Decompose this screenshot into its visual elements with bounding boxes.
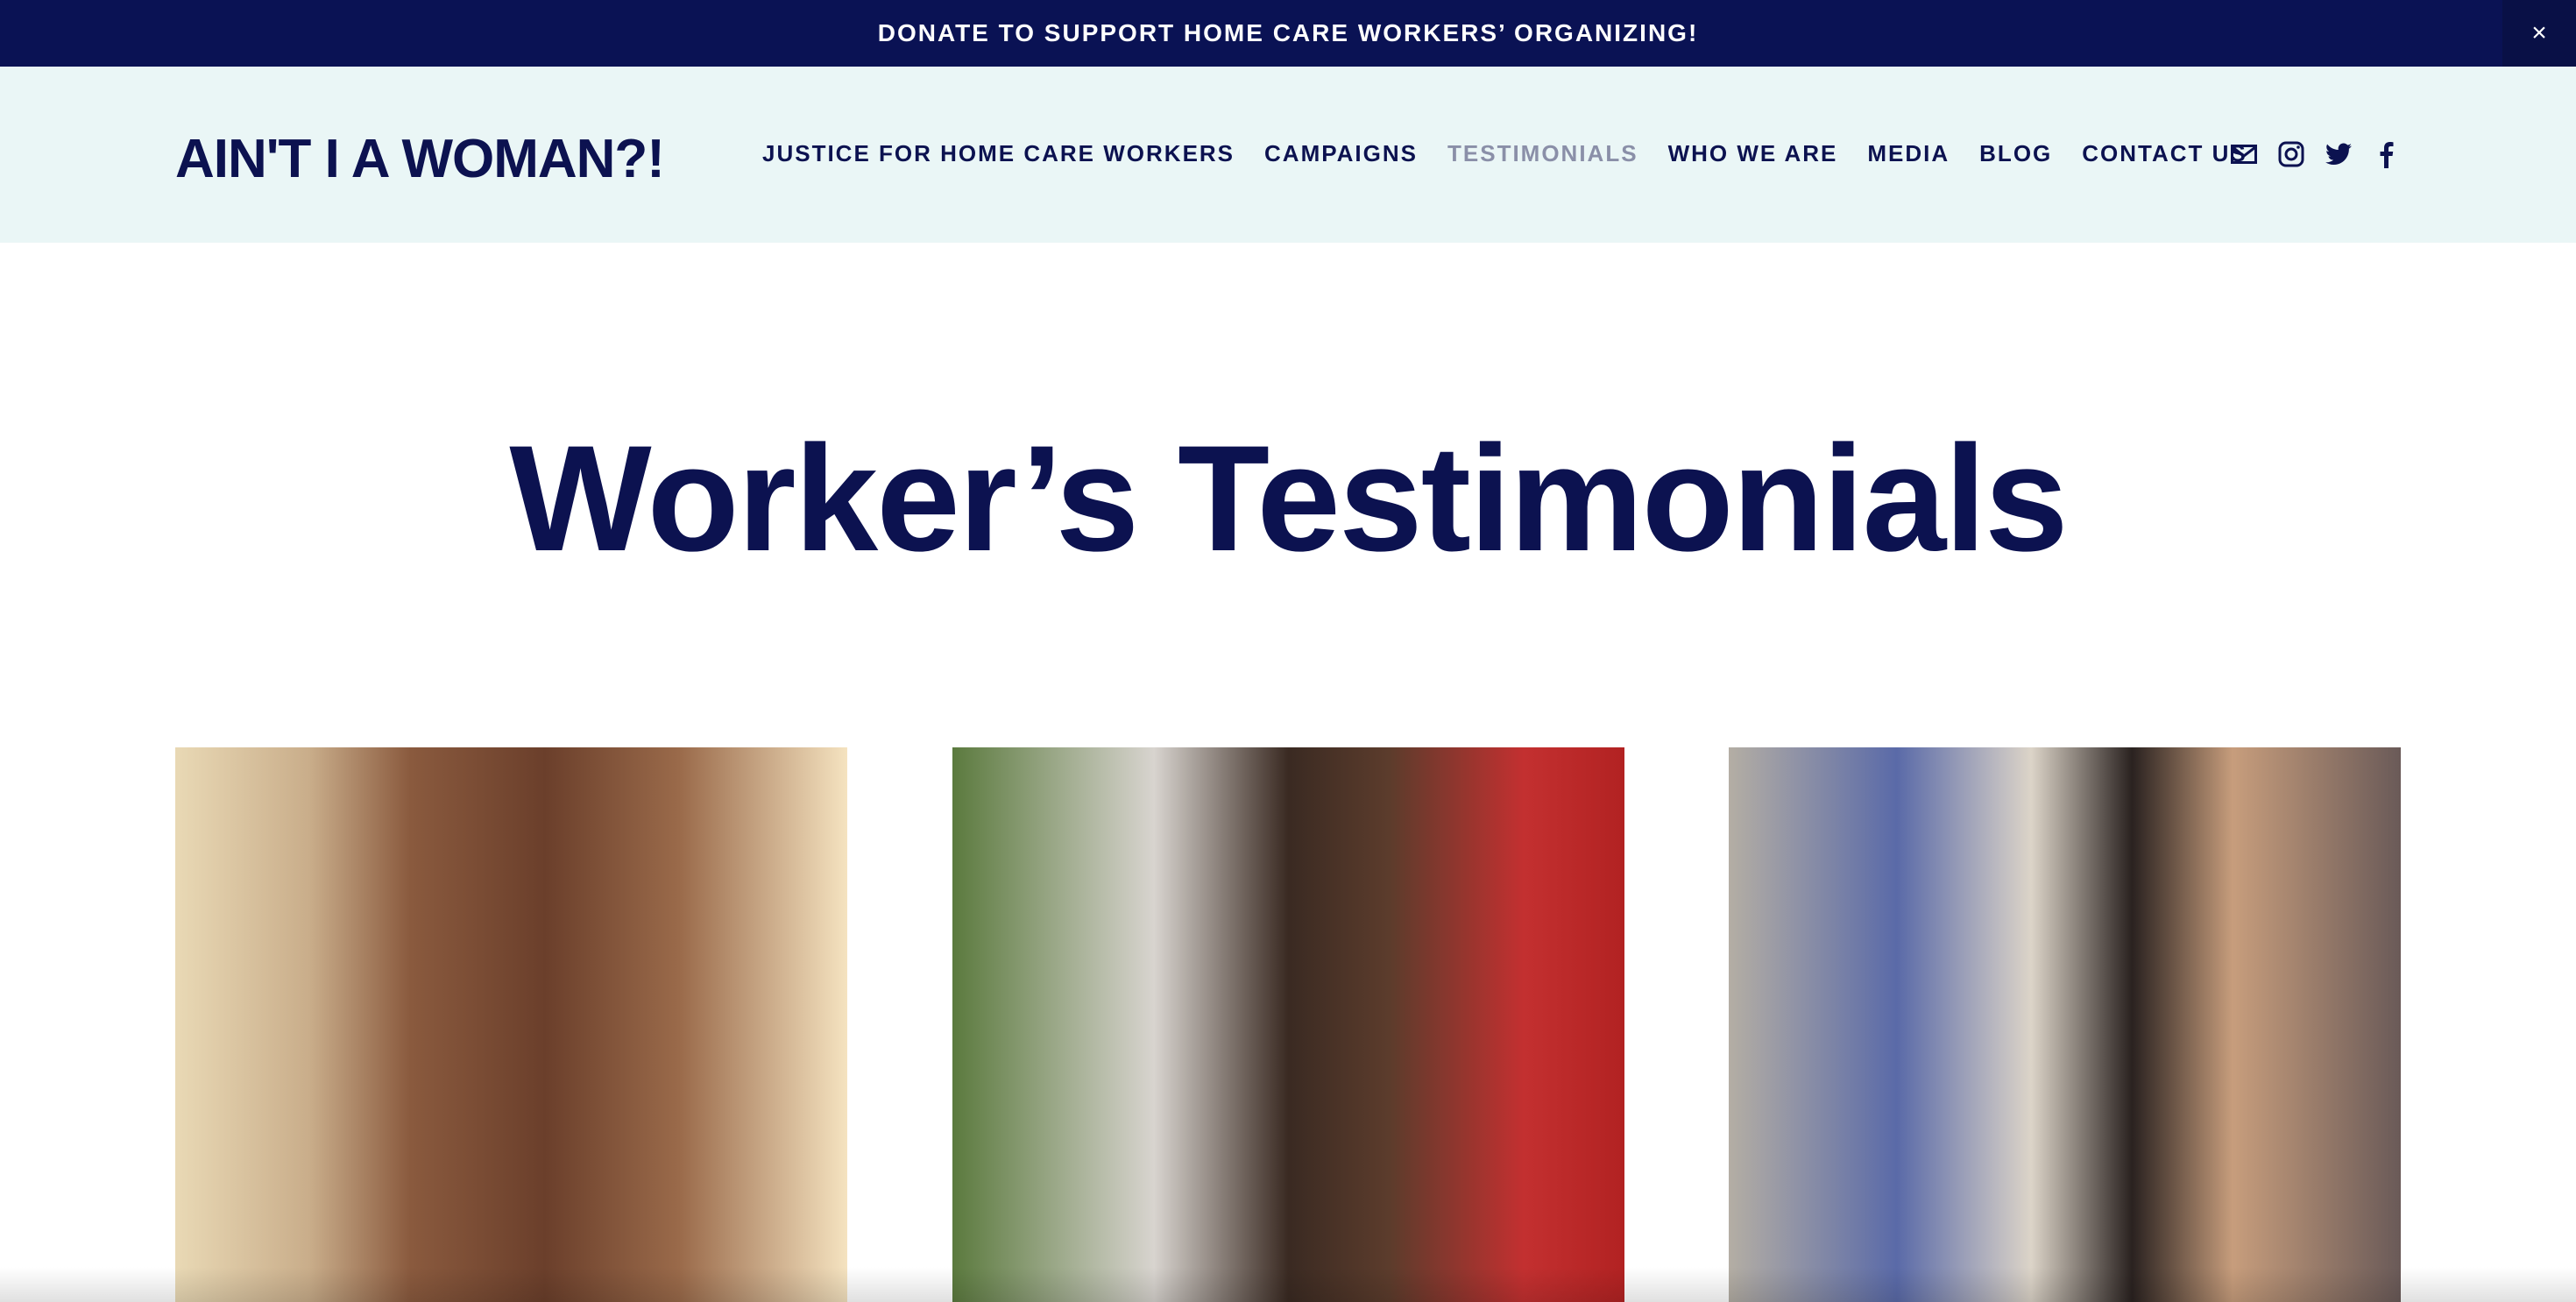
nav-contact-us[interactable]: CONTACT US xyxy=(2082,140,2247,167)
main-nav: JUSTICE FOR HOME CARE WORKERS CAMPAIGNS … xyxy=(762,140,2247,167)
twitter-icon[interactable] xyxy=(2325,140,2353,168)
nav-blog[interactable]: BLOG xyxy=(1979,140,2052,167)
instagram-icon[interactable] xyxy=(2277,140,2305,168)
nav-media[interactable]: MEDIA xyxy=(1867,140,1950,167)
facebook-icon[interactable] xyxy=(2372,140,2400,168)
site-logo[interactable]: AIN'T I A WOMAN?! xyxy=(175,128,665,190)
testimonial-photo-2[interactable] xyxy=(952,747,1624,1302)
close-icon: × xyxy=(2531,18,2547,47)
testimonial-photo-3[interactable] xyxy=(1729,747,2401,1302)
banner-text[interactable]: DONATE TO SUPPORT HOME CARE WORKERS’ ORG… xyxy=(878,19,1699,47)
bottom-shadow xyxy=(0,1267,2576,1302)
nav-testimonials[interactable]: TESTIMONIALS xyxy=(1447,140,1638,167)
close-banner-button[interactable]: × xyxy=(2502,0,2576,67)
site-header: AIN'T I A WOMAN?! JUSTICE FOR HOME CARE … xyxy=(0,67,2576,243)
social-links xyxy=(2230,140,2400,168)
nav-who-we-are[interactable]: WHO WE ARE xyxy=(1668,140,1838,167)
nav-campaigns[interactable]: CAMPAIGNS xyxy=(1264,140,1418,167)
testimonial-photo-1[interactable] xyxy=(175,747,847,1302)
email-icon[interactable] xyxy=(2230,140,2258,168)
announcement-banner[interactable]: DONATE TO SUPPORT HOME CARE WORKERS’ ORG… xyxy=(0,0,2576,67)
nav-justice[interactable]: JUSTICE FOR HOME CARE WORKERS xyxy=(762,140,1235,167)
page-title: Worker’s Testimonials xyxy=(509,414,2068,583)
